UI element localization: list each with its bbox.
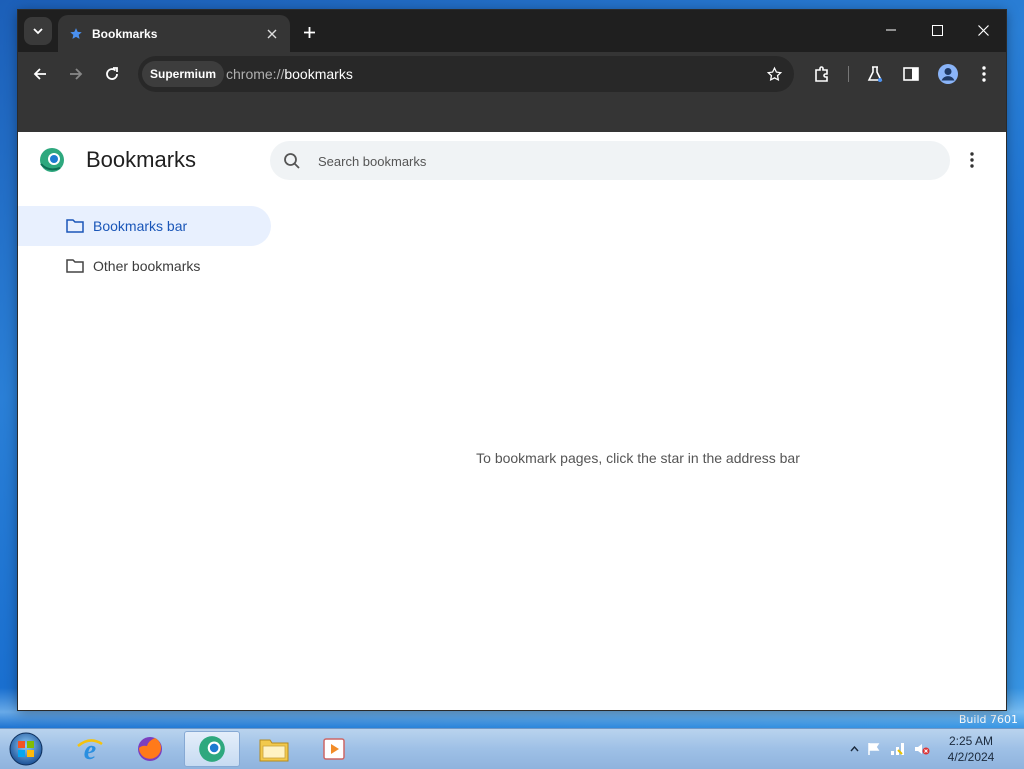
sidebar-item-label: Other bookmarks	[93, 258, 201, 274]
chevron-down-icon	[33, 28, 43, 35]
profile-button[interactable]	[934, 60, 962, 88]
tab-title: Bookmarks	[92, 26, 158, 41]
star-icon	[68, 26, 84, 42]
folder-icon	[66, 218, 84, 234]
url-chip[interactable]: Supermium	[142, 61, 225, 87]
taskbar-internet-explorer[interactable]: e	[62, 731, 118, 767]
puzzle-icon	[815, 66, 828, 82]
close-tab-icon[interactable]	[262, 24, 282, 44]
supermium-icon	[199, 736, 225, 762]
media-player-icon	[323, 738, 345, 760]
forward-button[interactable]	[62, 60, 90, 88]
start-button[interactable]	[6, 730, 46, 768]
arrow-right-icon	[70, 68, 83, 80]
search-icon	[284, 153, 300, 169]
bookmarks-toolbar-area	[18, 96, 1006, 132]
show-hidden-icons-button[interactable]	[846, 741, 862, 757]
flask-icon	[867, 66, 883, 82]
side-panel-icon	[903, 67, 919, 81]
maximize-button[interactable]	[914, 10, 960, 50]
tab-search-button[interactable]	[24, 17, 52, 45]
browser-menu-button[interactable]	[970, 60, 998, 88]
address-bar[interactable]: Supermium chrome://bookmarks	[138, 56, 794, 92]
taskbar-media-player[interactable]	[306, 731, 362, 767]
sidebar-item-label: Bookmarks bar	[93, 218, 188, 234]
side-panel-button[interactable]	[897, 60, 925, 88]
sidebar-item-bookmarks-bar[interactable]: Bookmarks bar	[18, 206, 271, 246]
avatar-icon	[938, 64, 958, 84]
bookmark-star-icon[interactable]	[764, 64, 784, 84]
taskbar-clock[interactable]: 2:25 AM 4/2/2024	[936, 733, 1006, 765]
new-tab-button[interactable]	[298, 21, 320, 43]
system-tray: 2:25 AM 4/2/2024	[824, 729, 1024, 769]
extensions-button[interactable]	[808, 60, 836, 88]
kebab-menu-icon	[982, 66, 986, 82]
folder-icon	[259, 739, 289, 762]
network-icon[interactable]	[890, 741, 906, 757]
url-scheme: chrome://	[226, 66, 285, 82]
organize-menu-button[interactable]	[962, 148, 982, 172]
taskbar-file-explorer[interactable]	[246, 731, 302, 767]
kebab-menu-icon	[970, 152, 974, 168]
bookmarks-page: Bookmarks Bookmarks bar Other bookmarks …	[18, 132, 1006, 710]
taskbar-supermium[interactable]	[184, 731, 240, 767]
title-bar: Bookmarks	[18, 10, 1006, 52]
empty-state-message: To bookmark pages, click the star in the…	[476, 450, 800, 466]
page-title: Bookmarks	[86, 147, 197, 172]
maximize-icon	[931, 24, 943, 36]
taskbar-firefox[interactable]	[122, 731, 178, 767]
windows-taskbar: e 2:25 AM 4/2/2024	[0, 728, 1024, 769]
sidebar-item-other-bookmarks[interactable]: Other bookmarks	[18, 246, 271, 286]
arrow-left-icon	[33, 68, 46, 80]
supermium-logo-icon	[40, 148, 64, 172]
browser-toolbar: Supermium chrome://bookmarks	[18, 52, 1006, 96]
close-window-button[interactable]	[960, 10, 1006, 50]
plus-icon	[303, 26, 315, 38]
chevron-up-icon	[849, 746, 859, 752]
action-center-flag-icon[interactable]	[866, 741, 882, 757]
internet-explorer-icon: e	[77, 735, 103, 764]
clock-date: 4/2/2024	[947, 750, 995, 764]
search-input[interactable]	[316, 141, 920, 182]
tab-bookmarks[interactable]: Bookmarks	[58, 15, 290, 52]
labs-button[interactable]	[861, 60, 889, 88]
minimize-icon	[886, 29, 896, 31]
folder-icon	[66, 258, 84, 274]
windows-build-text: Build 7601	[958, 713, 1018, 726]
reload-button[interactable]	[98, 60, 126, 88]
volume-muted-icon[interactable]	[914, 741, 930, 757]
toolbar-divider	[848, 66, 849, 82]
clock-time: 2:25 AM	[948, 734, 994, 748]
url-text: chrome://bookmarks	[226, 56, 353, 92]
search-box[interactable]	[270, 141, 950, 182]
url-path: bookmarks	[284, 66, 353, 82]
close-icon	[977, 24, 989, 36]
back-button[interactable]	[26, 60, 54, 88]
reload-icon	[106, 67, 118, 80]
browser-window: Bookmarks Supermium chrome://bookmarks B…	[18, 10, 1006, 710]
firefox-icon	[138, 737, 162, 761]
minimize-button[interactable]	[868, 10, 914, 50]
